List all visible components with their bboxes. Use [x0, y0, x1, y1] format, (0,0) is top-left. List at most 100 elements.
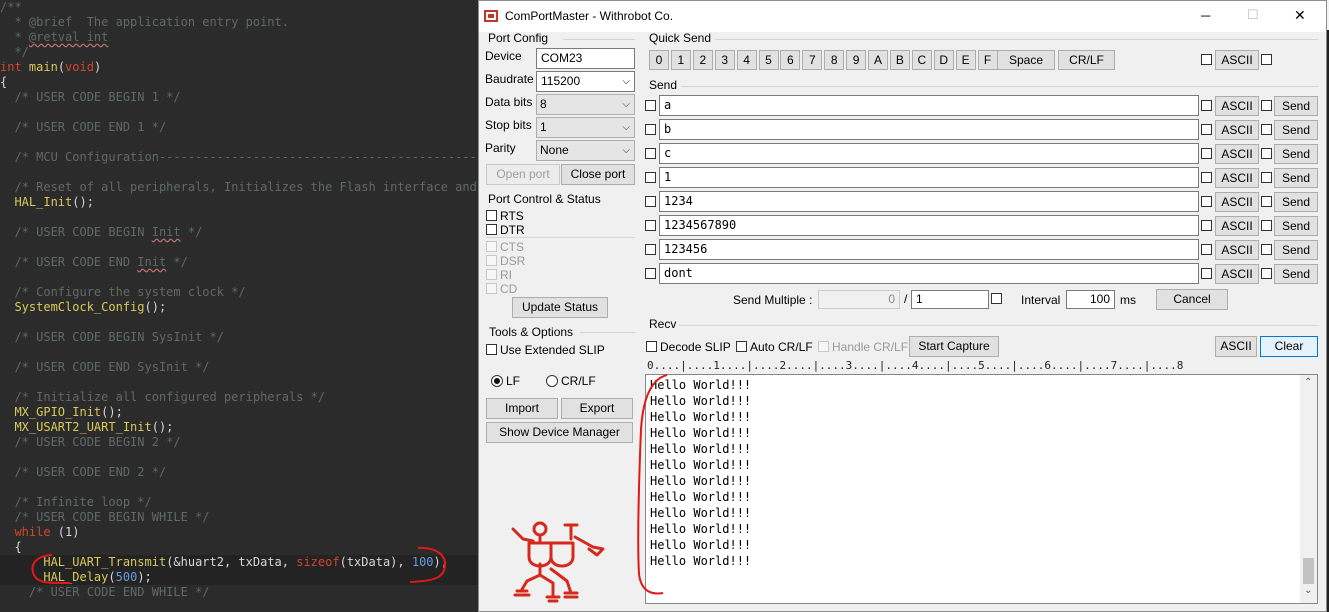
send-row-send-checkbox[interactable] — [1261, 268, 1272, 279]
send-row-input[interactable]: c — [659, 143, 1199, 164]
baudrate-select[interactable]: 115200 ⌵ — [536, 71, 635, 92]
send-multiple-checkbox[interactable] — [991, 293, 1002, 304]
quick-key-c[interactable]: C — [911, 50, 932, 70]
quick-key-9[interactable]: 9 — [846, 50, 867, 70]
device-field[interactable]: COM23 — [536, 48, 635, 69]
decode-slip-checkbox[interactable] — [646, 341, 657, 352]
dtr-checkbox[interactable] — [486, 224, 497, 235]
cancel-button[interactable]: Cancel — [1156, 289, 1228, 310]
send-row-input[interactable]: 1 — [659, 167, 1199, 188]
quick-key-6[interactable]: 6 — [780, 50, 801, 70]
scroll-down-icon[interactable]: ⌄ — [1304, 585, 1312, 596]
clear-button[interactable]: Clear — [1260, 336, 1318, 357]
import-button[interactable]: Import — [486, 398, 558, 419]
send-row-ascii-checkbox[interactable] — [1201, 244, 1212, 255]
scrollbar-thumb[interactable] — [1303, 558, 1314, 584]
send-row-input[interactable]: 1234 — [659, 191, 1199, 212]
send-row-send-button[interactable]: Send — [1274, 144, 1318, 164]
send-row-ascii-button[interactable]: ASCII — [1215, 168, 1259, 188]
send-row-checkbox[interactable] — [645, 244, 656, 255]
quick-extra-checkbox[interactable] — [1261, 54, 1272, 65]
send-row-ascii-button[interactable]: ASCII — [1215, 144, 1259, 164]
stopbits-select[interactable]: 1 ⌵ — [536, 117, 635, 138]
quick-key-2[interactable]: 2 — [692, 50, 713, 70]
send-row-send-checkbox[interactable] — [1261, 100, 1272, 111]
send-row-ascii-button[interactable]: ASCII — [1215, 216, 1259, 236]
extended-slip-checkbox[interactable] — [486, 344, 497, 355]
export-button[interactable]: Export — [561, 398, 633, 419]
send-row-send-checkbox[interactable] — [1261, 124, 1272, 135]
send-row-ascii-checkbox[interactable] — [1201, 268, 1212, 279]
quick-key-d[interactable]: D — [933, 50, 954, 70]
open-port-button[interactable]: Open port — [486, 164, 560, 185]
send-row-input[interactable]: 123456 — [659, 239, 1199, 260]
databits-select[interactable]: 8 ⌵ — [536, 94, 635, 115]
send-row-send-button[interactable]: Send — [1274, 192, 1318, 212]
send-row-checkbox[interactable] — [645, 124, 656, 135]
send-row-ascii-button[interactable]: ASCII — [1215, 192, 1259, 212]
send-row-ascii-checkbox[interactable] — [1201, 100, 1212, 111]
send-row-checkbox[interactable] — [645, 220, 656, 231]
quick-key-b[interactable]: B — [889, 50, 910, 70]
quick-ascii-button[interactable]: ASCII — [1215, 50, 1259, 70]
quick-key-0[interactable]: 0 — [649, 50, 669, 70]
receive-output[interactable]: Hello World!!! Hello World!!! Hello World!… — [645, 374, 1318, 604]
send-row-ascii-button[interactable]: ASCII — [1215, 264, 1259, 284]
rts-checkbox[interactable] — [486, 210, 497, 221]
send-row-send-checkbox[interactable] — [1261, 148, 1272, 159]
quick-key-1[interactable]: 1 — [670, 50, 691, 70]
update-status-button[interactable]: Update Status — [512, 297, 608, 318]
send-row-send-checkbox[interactable] — [1261, 220, 1272, 231]
send-row-ascii-checkbox[interactable] — [1201, 172, 1212, 183]
interval-field[interactable]: 100 — [1066, 290, 1115, 309]
show-device-manager-button[interactable]: Show Device Manager — [486, 422, 633, 443]
send-row-send-checkbox[interactable] — [1261, 172, 1272, 183]
quick-crlf-button[interactable]: CR/LF — [1058, 50, 1115, 70]
quick-key-7[interactable]: 7 — [802, 50, 823, 70]
quick-key-3[interactable]: 3 — [714, 50, 735, 70]
send-row-input[interactable]: 1234567890 — [659, 215, 1199, 236]
send-row-ascii-checkbox[interactable] — [1201, 148, 1212, 159]
quick-key-e[interactable]: E — [955, 50, 976, 70]
scroll-up-icon[interactable]: ⌃ — [1304, 377, 1312, 388]
send-row-ascii-checkbox[interactable] — [1201, 196, 1212, 207]
auto-crlf-checkbox[interactable] — [736, 341, 747, 352]
send-row-send-checkbox[interactable] — [1261, 244, 1272, 255]
send-row-checkbox[interactable] — [645, 172, 656, 183]
minimize-button[interactable]: ─ — [1201, 8, 1210, 23]
quick-key-5[interactable]: 5 — [758, 50, 779, 70]
parity-select[interactable]: None ⌵ — [536, 140, 635, 161]
close-window-button[interactable]: ✕ — [1294, 7, 1306, 24]
send-row-checkbox[interactable] — [645, 148, 656, 159]
send-row-ascii-checkbox[interactable] — [1201, 124, 1212, 135]
send-row-input[interactable]: a — [659, 95, 1199, 116]
send-row-ascii-checkbox[interactable] — [1201, 220, 1212, 231]
send-row-send-button[interactable]: Send — [1274, 264, 1318, 284]
send-row-send-button[interactable]: Send — [1274, 120, 1318, 140]
crlf-radio[interactable] — [545, 374, 559, 388]
send-row-ascii-button[interactable]: ASCII — [1215, 240, 1259, 260]
quick-key-a[interactable]: A — [868, 50, 888, 70]
send-multiple-total[interactable]: 1 — [911, 290, 989, 309]
start-capture-button[interactable]: Start Capture — [909, 336, 999, 357]
send-row-send-button[interactable]: Send — [1274, 240, 1318, 260]
send-row-checkbox[interactable] — [645, 268, 656, 279]
title-bar[interactable]: ComPortMaster - Withrobot Co. ─ ☐ ✕ — [479, 1, 1326, 32]
send-row-checkbox[interactable] — [645, 196, 656, 207]
code-editor[interactable]: /** * @brief The application entry point… — [0, 0, 478, 612]
send-row-send-checkbox[interactable] — [1261, 196, 1272, 207]
quick-space-button[interactable]: Space — [997, 50, 1055, 70]
send-row-send-button[interactable]: Send — [1274, 216, 1318, 236]
close-port-button[interactable]: Close port — [561, 164, 635, 185]
quick-ascii-checkbox[interactable] — [1201, 54, 1212, 65]
quick-key-8[interactable]: 8 — [824, 50, 845, 70]
recv-ascii-button[interactable]: ASCII — [1215, 336, 1257, 357]
send-row-input[interactable]: dont — [659, 263, 1199, 284]
quick-key-f[interactable]: F — [977, 50, 998, 70]
send-row-checkbox[interactable] — [645, 100, 656, 111]
lf-radio[interactable] — [490, 374, 504, 388]
receive-scrollbar[interactable]: ⌃ ⌄ — [1300, 375, 1317, 603]
maximize-button[interactable]: ☐ — [1247, 7, 1259, 23]
send-row-input[interactable]: b — [659, 119, 1199, 140]
send-row-ascii-button[interactable]: ASCII — [1215, 96, 1259, 116]
